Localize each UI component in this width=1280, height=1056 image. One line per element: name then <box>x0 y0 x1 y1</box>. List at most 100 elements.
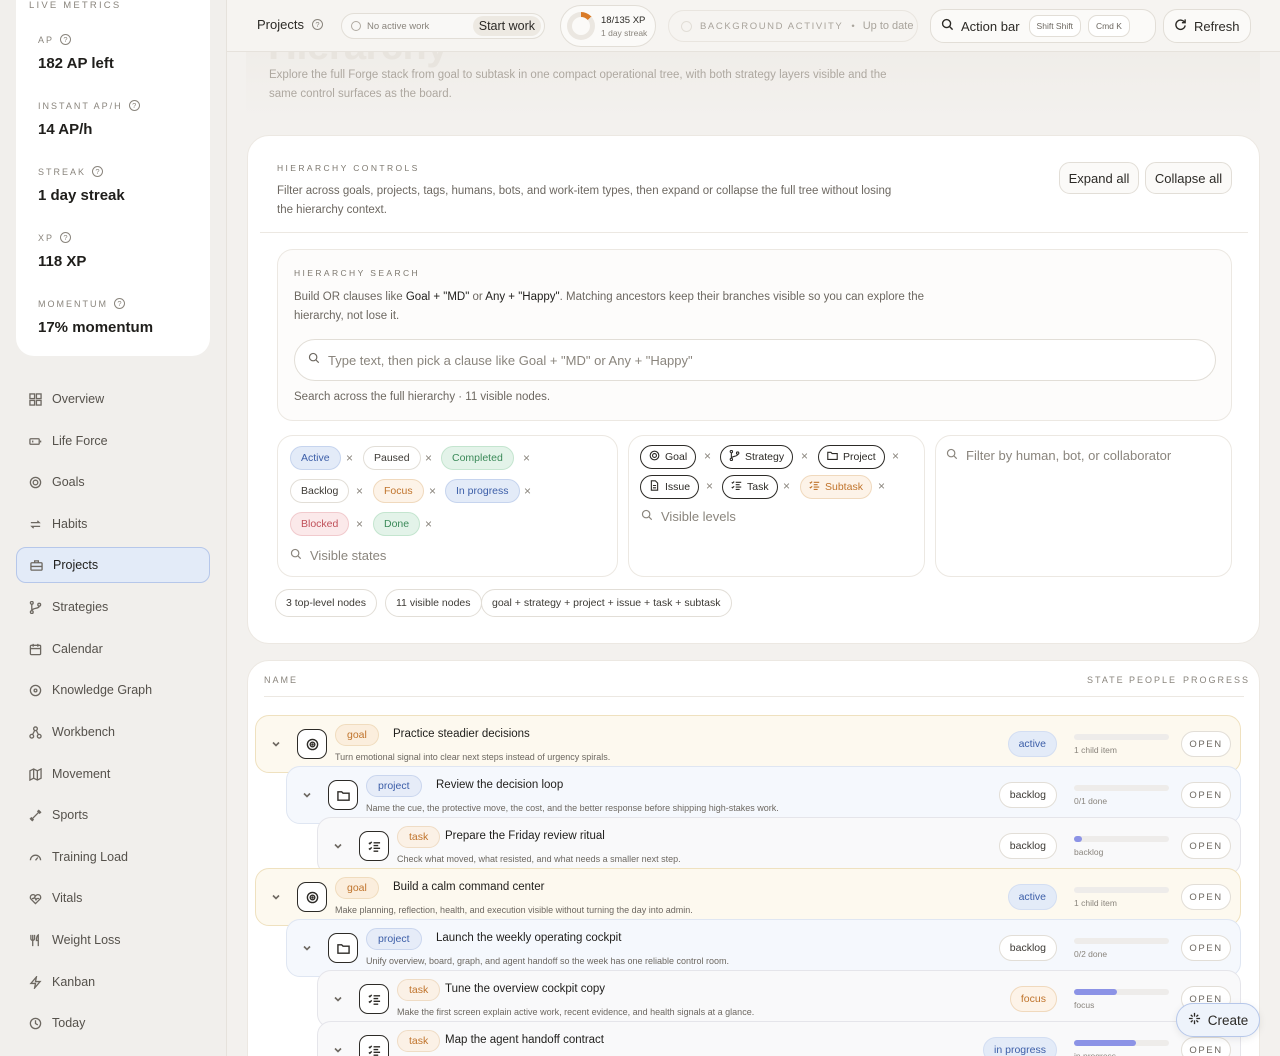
sidebar-item-workbench[interactable]: Workbench <box>16 714 210 750</box>
remove-chip-icon[interactable]: × <box>892 449 899 463</box>
sidebar-item-habits[interactable]: Habits <box>16 506 210 542</box>
sidebar-item-strategies[interactable]: Strategies <box>16 589 210 625</box>
chip-state-active[interactable]: Active <box>290 446 341 470</box>
sidebar-item-label: Calendar <box>52 642 103 656</box>
levels-search[interactable]: Visible levels <box>641 509 736 524</box>
sidebar-item-knowledge-graph[interactable]: Knowledge Graph <box>16 672 210 708</box>
remove-chip-icon[interactable]: × <box>356 484 363 498</box>
sidebar-item-overview[interactable]: Overview <box>16 381 210 417</box>
sidebar-item-goals[interactable]: Goals <box>16 464 210 500</box>
chip-level-project[interactable]: Project <box>818 445 885 469</box>
chevron-down-icon[interactable] <box>301 788 313 800</box>
help-icon[interactable]: ? <box>92 166 104 177</box>
remove-chip-icon[interactable]: × <box>801 449 808 463</box>
chip-state-done[interactable]: Done <box>373 512 421 536</box>
row-title[interactable]: Tune the overview cockpit copy <box>445 983 605 995</box>
remove-chip-icon[interactable]: × <box>429 484 436 498</box>
chevron-down-icon[interactable] <box>301 941 313 953</box>
refresh-button[interactable]: Refresh <box>1163 9 1251 43</box>
open-button[interactable]: OPEN <box>1181 1037 1231 1056</box>
states-search[interactable]: Visible states <box>290 548 386 563</box>
remove-chip-icon[interactable]: × <box>878 479 885 493</box>
tree-row-task[interactable]: task Prepare the Friday review ritual Chec… <box>317 817 1241 875</box>
create-button[interactable]: Create <box>1176 1003 1260 1037</box>
row-title[interactable]: Launch the weekly operating cockpit <box>436 932 621 944</box>
help-icon[interactable]: ? <box>60 34 72 45</box>
open-button[interactable]: OPEN <box>1181 782 1231 808</box>
chip-state-blocked[interactable]: Blocked <box>290 512 350 536</box>
type-badge: task <box>397 1030 441 1052</box>
search-input[interactable] <box>328 352 1188 368</box>
help-icon[interactable]: ? <box>311 19 323 30</box>
background-activity-indicator[interactable]: BACKGROUND ACTIVITY • Up to date <box>668 10 918 42</box>
chip-level-goal[interactable]: Goal <box>640 445 697 469</box>
help-icon[interactable]: ? <box>114 298 125 309</box>
xp-widget[interactable]: 18/135 XP 1 day streak <box>560 5 656 47</box>
row-title[interactable]: Map the agent handoff contract <box>445 1034 604 1046</box>
help-icon[interactable]: ? <box>60 232 72 243</box>
row-title[interactable]: Build a calm command center <box>393 881 544 893</box>
chevron-down-icon[interactable] <box>332 1043 344 1055</box>
chevron-down-icon[interactable] <box>332 992 344 1004</box>
chip-level-issue[interactable]: Issue <box>640 475 700 499</box>
chip-state-in-progress[interactable]: In progress <box>445 479 520 503</box>
remove-chip-icon[interactable]: × <box>706 479 713 493</box>
sidebar-item-sports[interactable]: Sports <box>16 797 210 833</box>
tree-row-project[interactable]: project Review the decision loop Name the … <box>286 766 1241 824</box>
tree-row-task[interactable]: task Tune the overview cockpit copy Make t… <box>317 970 1241 1028</box>
remove-chip-icon[interactable]: × <box>523 451 530 465</box>
sidebar-item-training-load[interactable]: Training Load <box>16 839 210 875</box>
level-filter-box[interactable]: Goal × Strategy × Project × Issue × Task <box>628 435 925 577</box>
open-button[interactable]: OPEN <box>1181 833 1231 859</box>
chip-level-task[interactable]: Task <box>722 475 778 499</box>
tree-row-goal[interactable]: goal Practice steadier decisions Turn emot… <box>255 715 1241 773</box>
sidebar-item-kanban[interactable]: Kanban <box>16 964 210 1000</box>
sidebar-item-weight-loss[interactable]: Weight Loss <box>16 922 210 958</box>
state-filter-box[interactable]: Active × Paused × Completed × Backlog × … <box>277 435 618 577</box>
status-dot-icon <box>681 20 692 32</box>
help-icon[interactable]: ? <box>128 100 140 111</box>
page-header: Hierarchy Explore the full Forge stack f… <box>246 24 1260 118</box>
open-button[interactable]: OPEN <box>1181 884 1231 910</box>
sidebar-item-movement[interactable]: Movement <box>16 756 210 792</box>
people-search[interactable]: Filter by human, bot, or collaborator <box>946 448 1171 463</box>
action-bar-button[interactable]: Action bar Shift Shift Cmd K <box>930 9 1156 43</box>
remove-chip-icon[interactable]: × <box>704 449 711 463</box>
expand-all-button[interactable]: Expand all <box>1059 162 1139 194</box>
chevron-down-icon[interactable] <box>332 839 344 851</box>
column-header-people: PEOPLE <box>1129 675 1178 685</box>
projects-breadcrumb[interactable]: Projects ? <box>257 17 323 32</box>
remove-chip-icon[interactable]: × <box>425 451 432 465</box>
remove-chip-icon[interactable]: × <box>356 517 363 531</box>
collapse-all-button[interactable]: Collapse all <box>1145 162 1232 194</box>
tree-row-project[interactable]: project Launch the weekly operating cockp… <box>286 919 1241 977</box>
row-title[interactable]: Review the decision loop <box>436 779 563 791</box>
chip-state-backlog[interactable]: Backlog <box>290 479 350 503</box>
progress-bar <box>1074 989 1169 995</box>
tree-row-goal[interactable]: goal Build a calm command center Make plan… <box>255 868 1241 926</box>
sidebar-item-today[interactable]: Today <box>16 1005 210 1041</box>
open-button[interactable]: OPEN <box>1181 731 1231 757</box>
open-button[interactable]: OPEN <box>1181 935 1231 961</box>
sidebar-item-projects[interactable]: Projects <box>16 547 210 583</box>
remove-chip-icon[interactable]: × <box>425 517 432 531</box>
chip-state-completed[interactable]: Completed <box>441 446 514 470</box>
chip-level-subtask[interactable]: Subtask <box>800 475 872 499</box>
chip-state-focus[interactable]: Focus <box>373 479 424 503</box>
remove-chip-icon[interactable]: × <box>346 451 353 465</box>
sidebar-item-vitals[interactable]: Vitals <box>16 880 210 916</box>
sidebar-item-calendar[interactable]: Calendar <box>16 631 210 667</box>
chevron-down-icon[interactable] <box>270 737 282 749</box>
chip-state-paused[interactable]: Paused <box>363 446 421 470</box>
tree-row-task[interactable]: task Map the agent handoff contract in pro… <box>317 1021 1241 1056</box>
chip-level-strategy[interactable]: Strategy <box>720 445 794 469</box>
remove-chip-icon[interactable]: × <box>783 479 790 493</box>
row-title[interactable]: Prepare the Friday review ritual <box>445 830 605 842</box>
people-filter-box[interactable]: Filter by human, bot, or collaborator <box>935 435 1232 577</box>
remove-chip-icon[interactable]: × <box>524 484 531 498</box>
start-work-button[interactable]: Start work <box>472 16 541 36</box>
chevron-down-icon[interactable] <box>270 890 282 902</box>
row-title[interactable]: Practice steadier decisions <box>393 728 530 740</box>
search-input-container[interactable] <box>294 339 1216 381</box>
sidebar-item-life-force[interactable]: Life Force <box>16 423 210 459</box>
